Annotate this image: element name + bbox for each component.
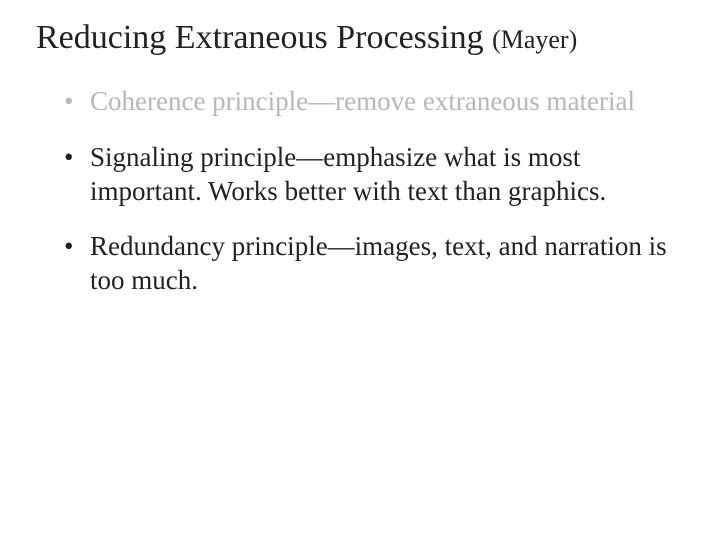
bullet-text: Coherence principle—remove extraneous ma…: [90, 86, 635, 116]
slide-title: Reducing Extraneous Processing (Mayer): [36, 18, 684, 57]
bullet-text: Signaling principle—emphasize what is mo…: [90, 142, 606, 206]
bullet-item: Signaling principle—emphasize what is mo…: [64, 141, 684, 209]
title-attribution: (Mayer): [492, 25, 577, 54]
slide: Reducing Extraneous Processing (Mayer) C…: [0, 0, 720, 540]
bullet-list: Coherence principle—remove extraneous ma…: [36, 85, 684, 298]
bullet-text: Redundancy principle—images, text, and n…: [90, 231, 667, 295]
bullet-item: Redundancy principle—images, text, and n…: [64, 230, 684, 298]
title-main: Reducing Extraneous Processing: [36, 19, 484, 56]
bullet-item: Coherence principle—remove extraneous ma…: [64, 85, 684, 119]
